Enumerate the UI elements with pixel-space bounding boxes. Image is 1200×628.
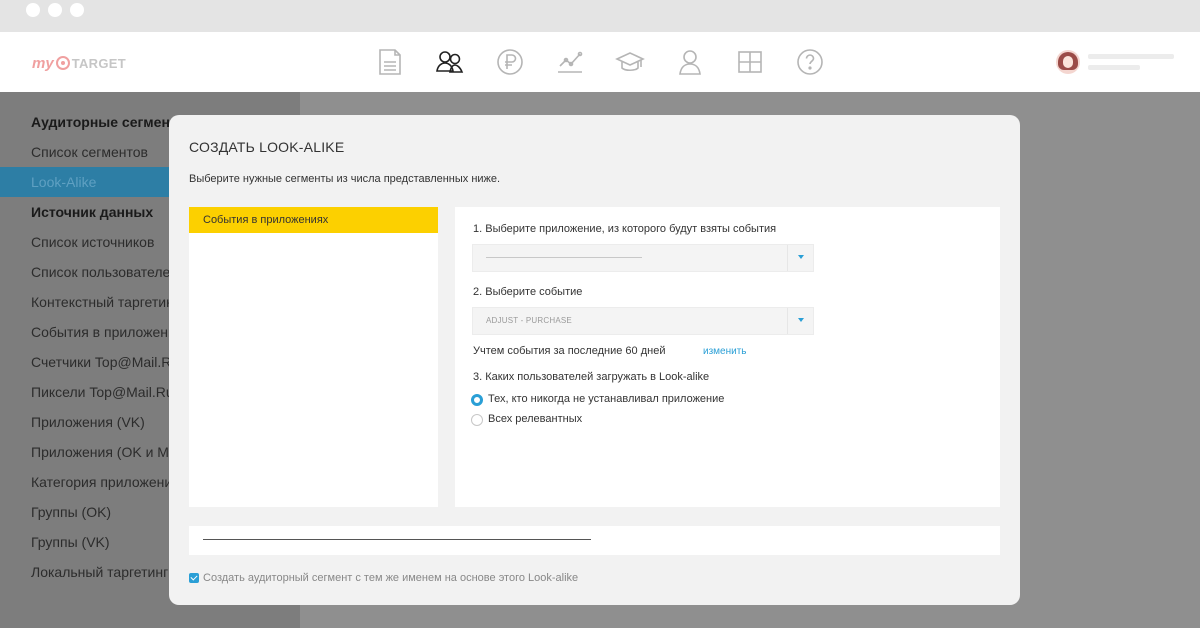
settings-panel: 1. Выберите приложение, из которого буду… xyxy=(455,207,1000,507)
chevron-down-icon xyxy=(798,318,804,322)
avatar-face xyxy=(1063,56,1073,68)
radio-all-relevant-label[interactable]: Всех релевантных xyxy=(488,413,582,425)
profile-icon[interactable] xyxy=(674,46,706,78)
create-segment-checkbox-label[interactable]: Создать аудиторный сегмент с тем же имен… xyxy=(203,572,578,584)
ruble-icon[interactable] xyxy=(494,46,526,78)
logo-target-text: TARGET xyxy=(71,55,126,71)
source-item-app-events[interactable]: События в приложениях xyxy=(189,207,438,233)
education-icon[interactable] xyxy=(614,46,646,78)
document-icon[interactable] xyxy=(374,46,406,78)
source-list-panel: События в приложениях xyxy=(189,207,438,507)
mytarget-logo[interactable]: my TARGET xyxy=(32,53,126,73)
select-divider xyxy=(787,308,788,334)
chevron-down-icon xyxy=(798,255,804,259)
event-select[interactable]: ADJUST - PURCHASE xyxy=(472,307,814,335)
event-period-text: Учтем события за последние 60 дней xyxy=(473,345,666,357)
change-period-link[interactable]: изменить xyxy=(703,346,747,357)
audience-icon[interactable] xyxy=(434,46,466,78)
segment-name-input[interactable] xyxy=(189,526,1000,555)
create-segment-checkbox[interactable] xyxy=(189,573,199,583)
app-window: my TARGET Аудиторные сегменты Список сег… xyxy=(0,0,1200,628)
tools-icon[interactable] xyxy=(734,46,766,78)
create-lookalike-modal: СОЗДАТЬ LOOK-ALIKE Выберите нужные сегме… xyxy=(169,115,1020,605)
user-email-placeholder xyxy=(1088,65,1140,70)
radio-all-relevant[interactable] xyxy=(471,414,483,426)
stats-icon[interactable] xyxy=(554,46,586,78)
window-maximize-button[interactable] xyxy=(70,3,84,17)
user-avatar[interactable] xyxy=(1056,50,1080,74)
logo-my-text: my xyxy=(32,54,54,72)
step3-label: 3. Каких пользователей загружать в Look-… xyxy=(473,371,710,383)
window-titlebar xyxy=(0,0,1200,32)
help-icon[interactable] xyxy=(794,46,826,78)
step1-label: 1. Выберите приложение, из которого буду… xyxy=(473,223,777,235)
modal-title: СОЗДАТЬ LOOK-ALIKE xyxy=(189,139,345,155)
modal-subtitle: Выберите нужные сегменты из числа предст… xyxy=(189,173,501,185)
step2-label: 2. Выберите событие xyxy=(473,286,583,298)
event-select-value: ADJUST - PURCHASE xyxy=(486,316,572,325)
window-minimize-button[interactable] xyxy=(48,3,62,17)
segment-name-underline xyxy=(203,539,591,540)
select-divider xyxy=(787,245,788,271)
window-close-button[interactable] xyxy=(26,3,40,17)
radio-never-installed[interactable] xyxy=(471,394,483,406)
target-icon xyxy=(55,56,70,70)
app-select-value-placeholder xyxy=(486,257,642,258)
top-header: my TARGET xyxy=(0,32,1200,92)
radio-never-installed-label[interactable]: Тех, кто никогда не устанавливал приложе… xyxy=(488,393,724,405)
app-select[interactable] xyxy=(472,244,814,272)
user-name-placeholder xyxy=(1088,54,1174,59)
